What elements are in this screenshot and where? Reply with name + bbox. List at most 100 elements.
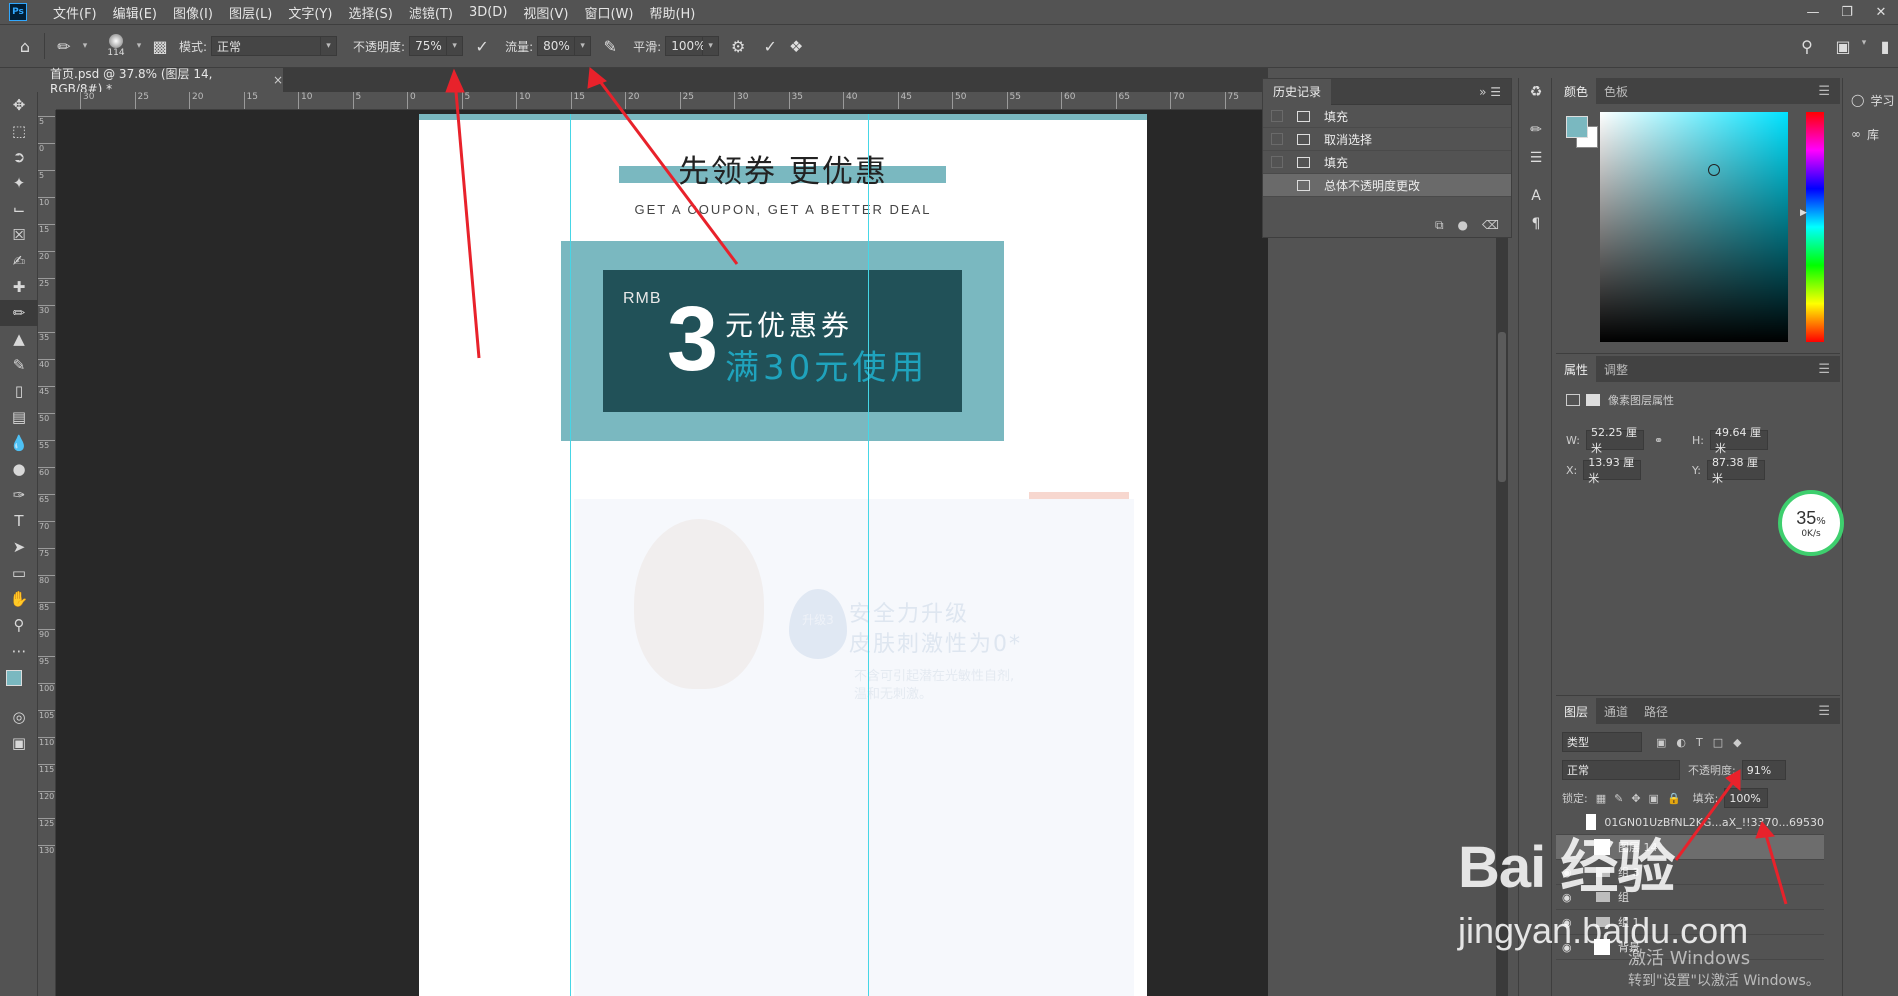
menu-filter[interactable]: 滤镜(T) [401,3,461,22]
pen-tool-icon[interactable]: ✑ [0,482,38,508]
tab-color[interactable]: 颜色 [1556,78,1597,104]
marquee-tool-icon[interactable]: ⬚ [0,118,38,144]
trash-icon[interactable]: ⌫ [1482,218,1499,232]
panel-menu-icon[interactable]: ☰ [1818,84,1830,99]
learn-panel-button[interactable]: ◯ 学习 [1843,86,1898,114]
close-window-icon[interactable]: ✕ [1864,0,1898,24]
lock-icons[interactable]: ▦✎✥▣🔒 [1596,792,1689,805]
history-tab[interactable]: 历史记录 [1263,78,1332,105]
document-tab[interactable]: 首页.psd @ 37.8% (图层 14, RGB/8#) * × [38,67,283,96]
chevron-down-icon[interactable]: ▾ [77,36,93,56]
smoothing-input[interactable]: 100% [665,36,706,56]
move-tool-icon[interactable]: ✥ [0,92,38,118]
expand-icon[interactable]: » ☰ [1479,85,1501,99]
brush-tool-icon[interactable]: ✏ [51,33,77,59]
history-item[interactable]: 取消选择 [1263,128,1511,151]
menu-help[interactable]: 帮助(H) [641,3,703,22]
mode-select[interactable]: 正常 [211,36,322,56]
opacity-input[interactable]: 75% [409,36,448,56]
camera-icon[interactable]: ● [1458,218,1468,232]
workspace-icon[interactable]: ▣ [1830,33,1856,59]
eraser-tool-icon[interactable]: ▯ [0,378,38,404]
height-input[interactable]: 49.64 厘米 [1709,426,1768,455]
zoom-tool-icon[interactable]: ⚲ [0,612,38,638]
brush-settings-panel-icon[interactable]: ✏ [1519,116,1553,144]
foreground-color-swatch[interactable] [6,670,22,686]
brush-settings-icon[interactable]: ▩ [147,33,173,59]
width-input[interactable]: 52.25 厘米 [1585,426,1644,455]
minimize-icon[interactable]: — [1796,0,1830,24]
lasso-tool-icon[interactable]: ➲ [0,144,38,170]
magic-wand-tool-icon[interactable]: ✦ [0,170,38,196]
menu-file[interactable]: 文件(F) [45,3,105,22]
tab-adjustments[interactable]: 调整 [1596,356,1636,382]
scrollbar-thumb[interactable] [1498,332,1506,482]
menu-image[interactable]: 图像(I) [165,3,221,22]
hand-tool-icon[interactable]: ✋ [0,586,38,612]
history-brush-tool-icon[interactable]: ✎ [0,352,38,378]
character-panel-icon[interactable]: A [1519,182,1553,210]
pressure-size-icon[interactable]: ✓ [757,33,783,59]
fill-input[interactable]: 100% [1724,788,1769,808]
history-item[interactable]: 填充 [1263,105,1511,128]
home-icon[interactable]: ⌂ [12,33,38,59]
eyedropper-tool-icon[interactable]: ✍ [0,248,38,274]
type-tool-icon[interactable]: T [0,508,38,534]
share-icon[interactable]: ▮ [1872,33,1898,59]
close-tab-icon[interactable]: × [273,73,283,87]
snapshot-checkbox[interactable] [1271,133,1283,145]
tab-swatches[interactable]: 色板 [1596,78,1636,104]
paragraph-panel-icon[interactable]: ¶ [1519,210,1553,238]
snapshot-checkbox[interactable] [1271,110,1283,122]
y-input[interactable]: 87.38 厘米 [1706,456,1765,485]
chevron-down-icon[interactable]: ▾ [1856,33,1872,53]
adjust-panel-icon[interactable]: ☰ [1519,144,1553,172]
link-icon[interactable]: ⚭ [1654,434,1663,447]
history-item[interactable]: 填充 [1263,151,1511,174]
search-icon[interactable]: ⚲ [1794,33,1820,59]
tab-properties[interactable]: 属性 [1556,356,1597,382]
symmetry-icon[interactable]: ❖ [783,33,809,59]
menu-type[interactable]: 文字(Y) [280,3,340,22]
hue-marker-icon[interactable]: ▶ [1800,208,1807,218]
guide-line-left[interactable] [570,114,571,996]
screen-mode-icon[interactable]: ▣ [0,730,38,756]
snapshot-checkbox[interactable] [1271,156,1283,168]
chevron-down-icon[interactable]: ▾ [131,36,147,56]
brush-tool-icon[interactable]: ✏ [0,300,38,326]
document-canvas[interactable]: 先领券 更优惠 GET A COUPON, GET A BETTER DEAL … [419,114,1147,996]
menu-3d[interactable]: 3D(D) [461,5,515,20]
tab-paths[interactable]: 路径 [1636,698,1676,724]
x-input[interactable]: 13.93 厘米 [1583,456,1642,485]
gradient-tool-icon[interactable]: ▤ [0,404,38,430]
chevron-down-icon[interactable]: ▾ [321,36,338,56]
history-item-selected[interactable]: 总体不透明度更改 [1263,174,1511,197]
airbrush-icon[interactable]: ✎ [597,33,623,59]
restore-icon[interactable]: ❐ [1830,0,1864,24]
path-selection-tool-icon[interactable]: ➤ [0,534,38,560]
tab-layers[interactable]: 图层 [1556,698,1597,724]
flow-input[interactable]: 80% [537,36,576,56]
new-document-icon[interactable]: ⧉ [1435,218,1444,233]
chevron-down-icon[interactable]: ▾ [447,36,464,56]
layer-filter-icons[interactable]: ▣◐T□◆ [1656,736,1752,749]
snapshot-checkbox[interactable] [1271,179,1283,191]
clone-stamp-tool-icon[interactable]: ▲ [0,326,38,352]
panel-menu-icon[interactable]: ☰ [1818,362,1830,377]
menu-edit[interactable]: 编辑(E) [105,3,165,22]
blur-tool-icon[interactable]: 💧 [0,430,38,456]
guide-line-right[interactable] [868,114,869,996]
smoothing-settings-icon[interactable]: ⚙ [725,33,751,59]
menu-view[interactable]: 视图(V) [515,3,576,22]
tab-channels[interactable]: 通道 [1596,698,1636,724]
menu-select[interactable]: 选择(S) [340,3,400,22]
blend-mode-select[interactable]: 正常 [1562,760,1680,780]
layer-opacity-input[interactable]: 91% [1741,760,1786,780]
menu-layer[interactable]: 图层(L) [221,3,280,22]
history-panel-icon[interactable]: ♻ [1519,78,1553,106]
panel-menu-icon[interactable]: ☰ [1818,704,1830,719]
canvas-area[interactable]: 先领券 更优惠 GET A COUPON, GET A BETTER DEAL … [56,110,1268,996]
pressure-opacity-icon[interactable]: ✓ [469,33,495,59]
menu-window[interactable]: 窗口(W) [576,3,641,22]
dodge-tool-icon[interactable]: ● [0,456,38,482]
